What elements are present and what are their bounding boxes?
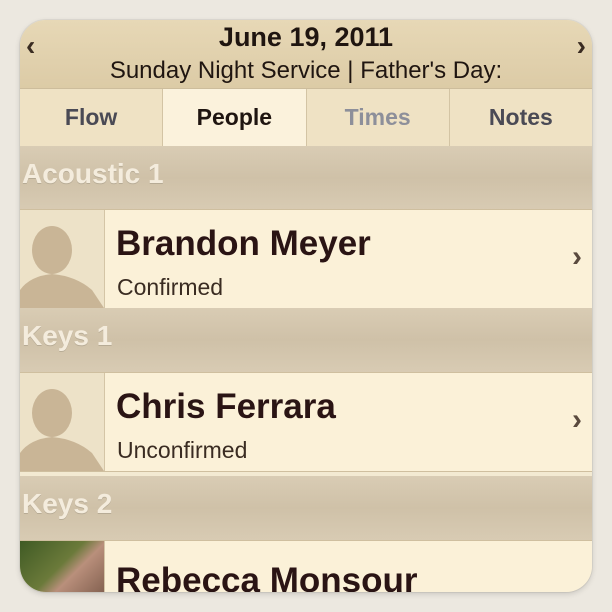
person-silhouette-icon: [20, 210, 105, 308]
person-name: Brandon Meyer: [116, 224, 371, 263]
avatar-photo: [20, 541, 105, 592]
chevron-right-icon[interactable]: ›: [577, 30, 586, 62]
section-header-keys-1: Keys 1: [20, 308, 592, 372]
person-row-rebecca-monsour[interactable]: Rebecca Monsour: [20, 540, 592, 592]
section-title: Acoustic 1: [22, 158, 164, 189]
person-row-brandon-meyer[interactable]: Brandon Meyer Confirmed ›: [20, 209, 592, 309]
person-name: Rebecca Monsour: [116, 561, 418, 592]
plan-subtitle: Sunday Night Service | Father's Day:: [109, 57, 503, 84]
tab-bar: Flow People Times Notes: [20, 88, 592, 147]
app-frame: ‹ June 19, 2011 Sunday Night Service | F…: [20, 20, 592, 592]
section-title: Keys 2: [22, 488, 113, 519]
tab-notes[interactable]: Notes: [450, 89, 592, 146]
person-row-chris-ferrara[interactable]: Chris Ferrara Unconfirmed ›: [20, 372, 592, 472]
chevron-right-icon: ›: [572, 240, 582, 273]
section-header-acoustic-1: Acoustic 1: [20, 146, 592, 210]
person-name: Chris Ferrara: [116, 387, 336, 426]
person-status: Confirmed: [117, 274, 224, 300]
person-silhouette-icon: [20, 373, 105, 471]
tab-people[interactable]: People: [163, 89, 307, 146]
section-title: Keys 1: [22, 320, 113, 351]
chevron-right-icon: ›: [572, 403, 582, 436]
plan-date: June 19, 2011: [218, 22, 394, 52]
section-header-keys-2: Keys 2: [20, 476, 592, 540]
tab-flow[interactable]: Flow: [20, 89, 164, 146]
person-status: Unconfirmed: [117, 437, 248, 463]
tab-times[interactable]: Times: [307, 89, 450, 146]
plan-header: ‹ June 19, 2011 Sunday Night Service | F…: [20, 20, 592, 88]
